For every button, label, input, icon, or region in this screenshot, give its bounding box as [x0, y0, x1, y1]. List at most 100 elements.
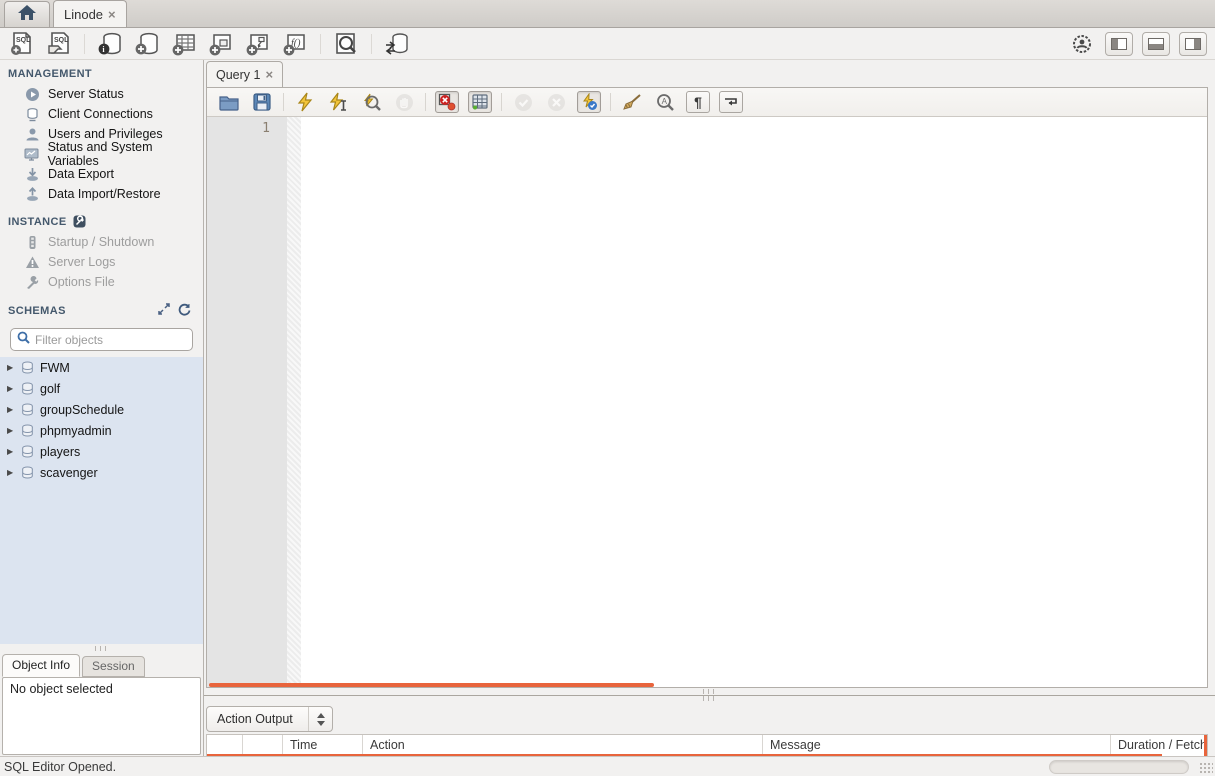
chevron-right-icon[interactable]: ▶ — [7, 447, 17, 456]
splitter-grip[interactable] — [703, 688, 716, 694]
query-tabbar: Query 1 × — [204, 60, 1215, 87]
sidebar-item-server-status[interactable]: Server Status — [0, 84, 203, 104]
toggle-word-wrap-button[interactable] — [719, 91, 743, 113]
chevron-right-icon[interactable]: ▶ — [7, 405, 17, 414]
combo-stepper-icon[interactable] — [308, 707, 332, 731]
toggle-bottom-panel-button[interactable] — [1142, 31, 1170, 56]
schema-row-golf[interactable]: ▶ golf — [0, 378, 203, 399]
column-message[interactable]: Message — [763, 735, 1111, 754]
search-table-data-button[interactable] — [332, 30, 360, 58]
toggle-result-grid-button[interactable] — [468, 91, 492, 113]
tab-object-info[interactable]: Object Info — [2, 654, 81, 677]
schema-row-groupschedule[interactable]: ▶ groupSchedule — [0, 399, 203, 420]
open-script-button[interactable] — [217, 91, 241, 113]
pilcrow-icon: ¶ — [694, 94, 702, 110]
sidebar-item-data-export[interactable]: Data Export — [0, 164, 203, 184]
save-script-button[interactable] — [250, 91, 274, 113]
sidebar-item-data-import[interactable]: Data Import/Restore — [0, 184, 203, 204]
sidebar-item-startup-shutdown[interactable]: Startup / Shutdown — [0, 232, 203, 252]
schema-label: scavenger — [40, 465, 98, 480]
execute-query-button[interactable] — [293, 91, 317, 113]
execute-current-statement-button[interactable] — [326, 91, 350, 113]
tab-label: Query 1 — [216, 67, 261, 82]
tab-query-1[interactable]: Query 1 × — [206, 61, 284, 87]
main-toolbar: SQL SQL i f() — [0, 28, 1215, 60]
output-type-select[interactable]: Action Output — [206, 706, 333, 732]
query-workspace: Query 1 × A ¶ 1 Action Output Time Actio… — [204, 60, 1215, 756]
chevron-right-icon[interactable]: ▶ — [7, 384, 17, 393]
connection-tab-linode[interactable]: Linode × — [53, 0, 127, 27]
toggle-right-sidebar-button[interactable] — [1179, 31, 1207, 56]
sidebar-item-label: Data Import/Restore — [48, 187, 161, 201]
rollback-button[interactable] — [544, 91, 568, 113]
toggle-autocommit-button[interactable] — [577, 91, 601, 113]
refresh-schemas-icon[interactable] — [178, 303, 191, 319]
schema-row-players[interactable]: ▶ players — [0, 441, 203, 462]
chevron-right-icon[interactable]: ▶ — [7, 363, 17, 372]
create-schema-button[interactable] — [133, 30, 161, 58]
column-duration[interactable]: Duration / Fetch — [1111, 735, 1207, 754]
create-function-button[interactable]: f() — [281, 30, 309, 58]
editor-horizontal-scrollbar[interactable] — [209, 683, 654, 687]
chevron-right-icon[interactable]: ▶ — [7, 426, 17, 435]
toolbar-separator — [84, 33, 85, 54]
sql-text-area[interactable] — [301, 117, 1207, 687]
explain-query-button[interactable] — [359, 91, 383, 113]
tab-session[interactable]: Session — [82, 656, 145, 677]
close-icon[interactable]: × — [265, 67, 273, 82]
output-vertical-scrollbar[interactable] — [1204, 735, 1207, 756]
open-sql-script-button[interactable]: SQL — [45, 30, 73, 58]
sidebar-item-options-file[interactable]: Options File — [0, 272, 203, 292]
instance-title: INSTANCE — [8, 215, 67, 228]
column-time[interactable]: Time — [283, 735, 363, 754]
commit-button[interactable] — [511, 91, 535, 113]
column-action[interactable]: Action — [363, 735, 763, 754]
instance-section-header: INSTANCE — [8, 215, 203, 228]
chevron-right-icon[interactable]: ▶ — [7, 468, 17, 477]
expand-schemas-icon[interactable] — [158, 303, 170, 319]
toggle-left-sidebar-button[interactable] — [1105, 31, 1133, 56]
close-icon[interactable]: × — [108, 7, 116, 22]
sidebar-item-label: Server Status — [48, 87, 124, 101]
column-label: Time — [290, 737, 318, 752]
document-tabstrip: Linode × — [0, 0, 1215, 28]
sidebar-splitter-handle[interactable] — [0, 644, 203, 653]
code-fold-margin — [287, 117, 301, 687]
schema-filter-input[interactable] — [35, 332, 190, 347]
schema-label: FWM — [40, 360, 70, 375]
sidebar-item-label: Server Logs — [48, 255, 116, 269]
schema-icon — [22, 361, 33, 374]
beautify-sql-button[interactable] — [620, 91, 644, 113]
sql-editor[interactable]: 1 — [207, 117, 1207, 687]
home-tab[interactable] — [4, 1, 50, 27]
output-splitter-handle[interactable] — [204, 688, 1215, 702]
export-icon — [24, 167, 40, 182]
new-sql-tab-button[interactable]: SQL — [8, 30, 36, 58]
schema-row-fwm[interactable]: ▶ FWM — [0, 357, 203, 378]
toggle-stop-on-error-button[interactable] — [435, 91, 459, 113]
window-resize-grip[interactable] — [1199, 762, 1213, 774]
column-icon[interactable] — [207, 735, 243, 754]
client-connections-icon — [24, 107, 40, 122]
create-table-button[interactable] — [170, 30, 198, 58]
sidebar-item-server-logs[interactable]: Server Logs — [0, 252, 203, 272]
schema-row-phpmyadmin[interactable]: ▶ phpmyadmin — [0, 420, 203, 441]
schema-icon — [22, 445, 33, 458]
create-procedure-button[interactable] — [244, 30, 272, 58]
output-horizontal-scrollbar[interactable] — [207, 754, 1162, 756]
create-view-button[interactable] — [207, 30, 235, 58]
sidebar-item-status-variables[interactable]: Status and System Variables — [0, 140, 203, 168]
schema-tree: ▶ FWM ▶ golf ▶ groupSchedule ▶ phpmyadmi… — [0, 357, 203, 644]
splitter-grip[interactable] — [703, 696, 716, 702]
stop-query-button[interactable] — [392, 91, 416, 113]
column-index[interactable] — [243, 735, 283, 754]
toggle-invisibles-button[interactable]: ¶ — [686, 91, 710, 113]
schema-inspector-button[interactable]: i — [96, 30, 124, 58]
reconnect-dbms-button[interactable] — [383, 30, 411, 58]
management-section-header: MANAGEMENT — [8, 68, 203, 80]
preferences-icon[interactable] — [1068, 30, 1096, 58]
output-type-label: Action Output — [217, 712, 293, 726]
find-icon[interactable]: A — [653, 91, 677, 113]
schema-row-scavenger[interactable]: ▶ scavenger — [0, 462, 203, 483]
sidebar-item-client-connections[interactable]: Client Connections — [0, 104, 203, 124]
